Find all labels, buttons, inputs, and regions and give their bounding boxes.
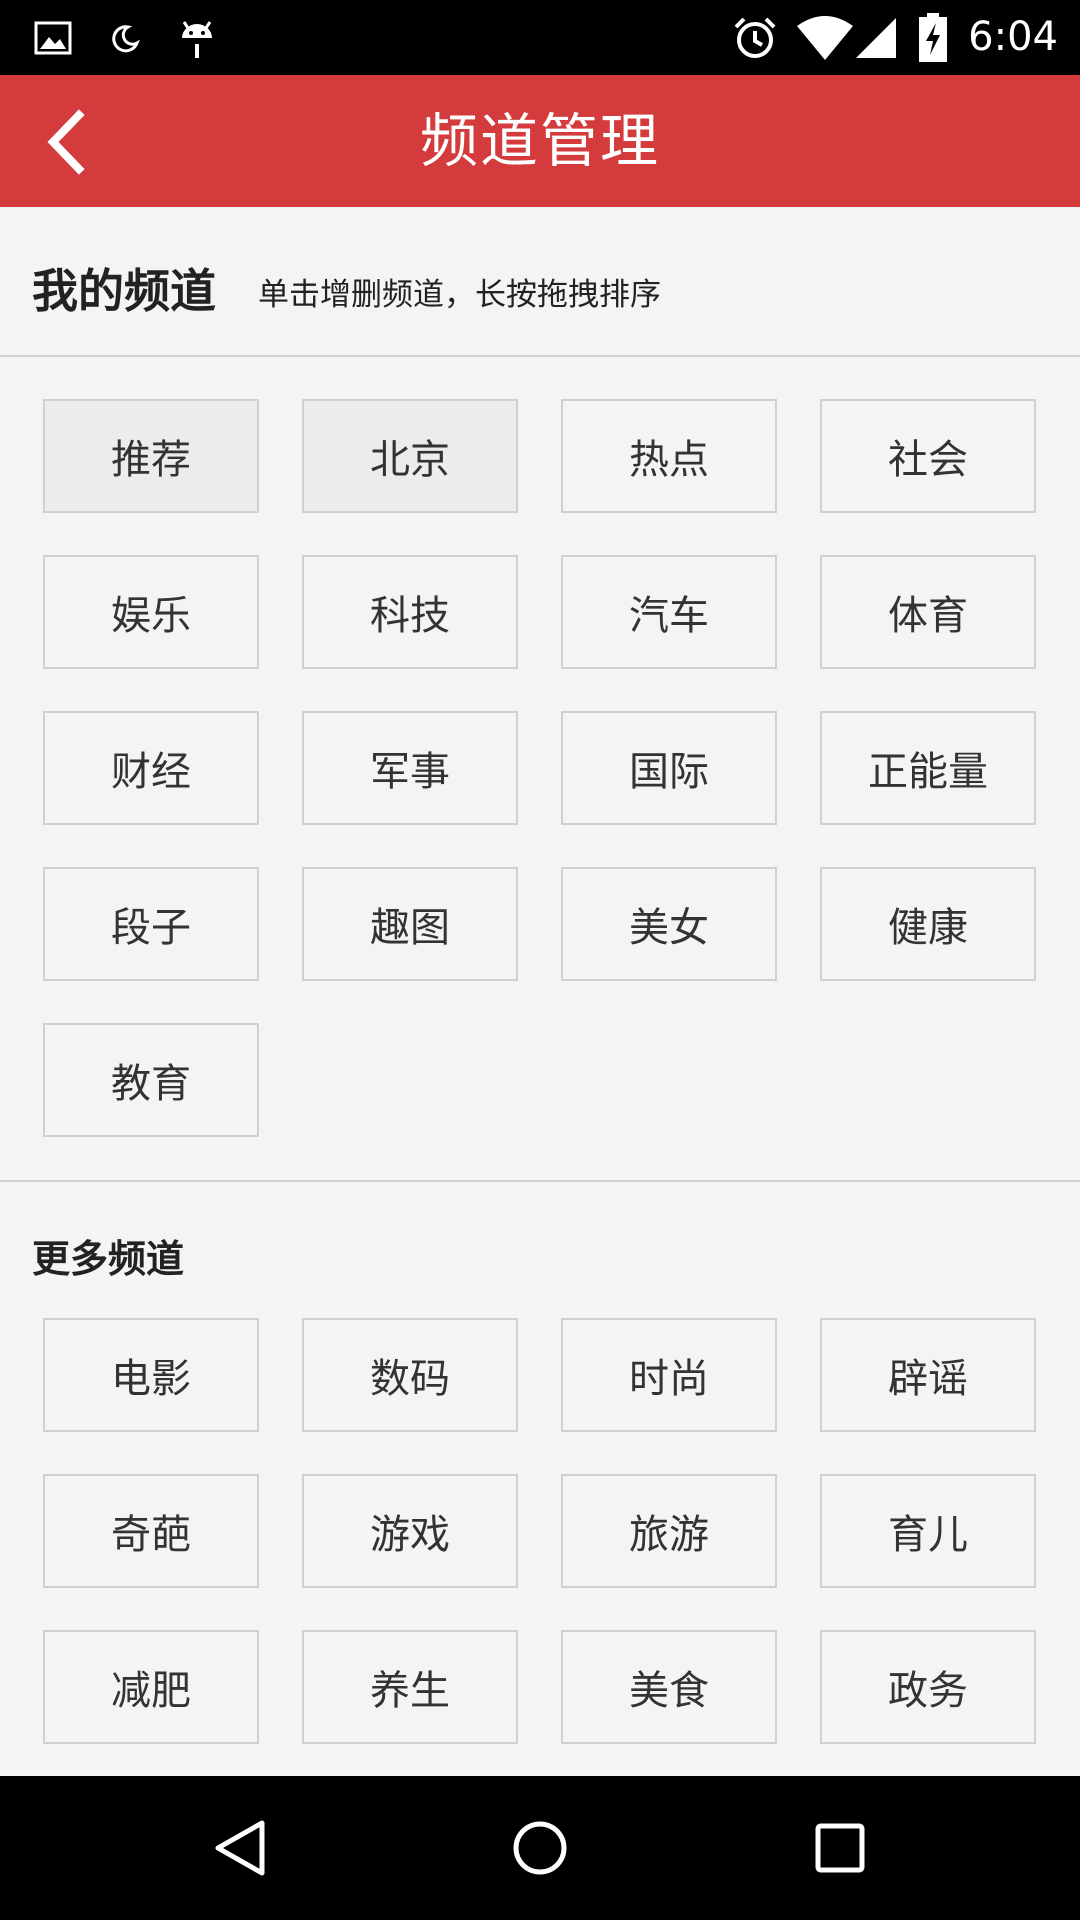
my-channel-chip[interactable]: 教育 bbox=[43, 1023, 259, 1137]
my-channel-chip[interactable]: 趣图 bbox=[302, 867, 518, 981]
nav-recents-button[interactable] bbox=[760, 1776, 920, 1920]
back-triangle-icon bbox=[215, 1820, 265, 1876]
more-channel-chip[interactable]: 游戏 bbox=[302, 1474, 518, 1588]
my-channel-chip[interactable]: 体育 bbox=[820, 555, 1036, 669]
nav-back-button[interactable] bbox=[160, 1776, 320, 1920]
my-channels-hint: 单击增删频道，长按拖拽排序 bbox=[258, 277, 661, 313]
system-nav-bar bbox=[0, 1776, 1080, 1920]
my-channels-header: 我的频道 单击增删频道，长按拖拽排序 bbox=[0, 207, 1080, 357]
more-channels-title: 更多频道 bbox=[32, 1237, 185, 1281]
status-bar: 6:04 bbox=[0, 0, 1080, 75]
my-channel-chip[interactable]: 财经 bbox=[43, 711, 259, 825]
status-time: 6:04 bbox=[968, 14, 1058, 60]
more-channel-chip[interactable]: 育儿 bbox=[820, 1474, 1036, 1588]
more-channel-chip[interactable]: 奇葩 bbox=[43, 1474, 259, 1588]
android-icon bbox=[178, 0, 216, 75]
more-channel-chip[interactable]: 养生 bbox=[302, 1630, 518, 1744]
my-channel-chip[interactable]: 娱乐 bbox=[43, 555, 259, 669]
my-channel-chip[interactable]: 美女 bbox=[561, 867, 777, 981]
signal-icon bbox=[854, 0, 898, 75]
my-channel-chip[interactable]: 健康 bbox=[820, 867, 1036, 981]
home-circle-icon bbox=[513, 1821, 567, 1875]
more-channel-chip[interactable]: 时尚 bbox=[561, 1318, 777, 1432]
my-channel-chip[interactable]: 科技 bbox=[302, 555, 518, 669]
more-channel-chip[interactable]: 旅游 bbox=[561, 1474, 777, 1588]
moon-icon bbox=[110, 0, 140, 75]
gallery-icon bbox=[34, 0, 72, 75]
page-title: 频道管理 bbox=[419, 107, 660, 175]
more-channel-chip[interactable]: 数码 bbox=[302, 1318, 518, 1432]
section-divider bbox=[0, 1180, 1080, 1182]
more-channel-chip[interactable]: 减肥 bbox=[43, 1630, 259, 1744]
my-channel-chip[interactable]: 热点 bbox=[561, 399, 777, 513]
my-channel-chip[interactable]: 社会 bbox=[820, 399, 1036, 513]
my-channel-chip[interactable]: 段子 bbox=[43, 867, 259, 981]
app-bar: 频道管理 bbox=[0, 75, 1080, 207]
nav-home-button[interactable] bbox=[460, 1776, 620, 1920]
my-channel-chip[interactable]: 推荐 bbox=[43, 399, 259, 513]
more-channel-chip[interactable]: 美食 bbox=[561, 1630, 777, 1744]
my-channel-chip[interactable]: 汽车 bbox=[561, 555, 777, 669]
my-channels-title: 我的频道 bbox=[32, 264, 216, 318]
wifi-icon bbox=[796, 0, 854, 75]
my-channel-chip[interactable]: 国际 bbox=[561, 711, 777, 825]
my-channel-chip[interactable]: 北京 bbox=[302, 399, 518, 513]
back-button[interactable] bbox=[20, 97, 110, 187]
chevron-left-icon bbox=[47, 109, 85, 175]
my-channel-chip[interactable]: 正能量 bbox=[820, 711, 1036, 825]
my-channel-chip[interactable]: 军事 bbox=[302, 711, 518, 825]
more-channel-chip[interactable]: 电影 bbox=[43, 1318, 259, 1432]
more-channel-chip[interactable]: 辟谣 bbox=[820, 1318, 1036, 1432]
recents-square-icon bbox=[815, 1823, 865, 1873]
more-channel-chip[interactable]: 政务 bbox=[820, 1630, 1036, 1744]
alarm-icon bbox=[732, 0, 778, 75]
battery-charging-icon bbox=[918, 0, 948, 75]
